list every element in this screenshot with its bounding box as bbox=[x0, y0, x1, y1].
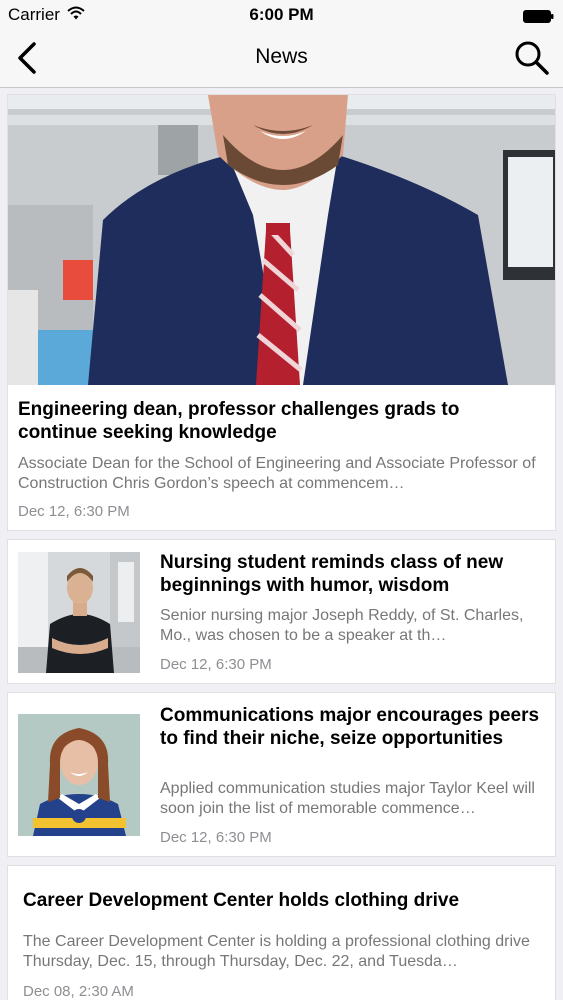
article-summary: Applied communication studies major Tayl… bbox=[160, 780, 535, 817]
search-icon bbox=[515, 41, 549, 75]
news-card[interactable]: Communications major encourages peers to… bbox=[7, 692, 556, 857]
article-thumbnail bbox=[18, 714, 140, 836]
navigation-bar: News bbox=[0, 28, 563, 88]
article-summary: Associate Dean for the School of Enginee… bbox=[18, 455, 536, 492]
battery-icon bbox=[523, 8, 554, 23]
article-headline: Nursing student reminds class of new beg… bbox=[160, 552, 504, 596]
article-headline: Engineering dean, professor challenges g… bbox=[18, 399, 460, 443]
article-summary: Senior nursing major Joseph Reddy, of St… bbox=[160, 607, 524, 644]
status-bar: Carrier 6:00 PM bbox=[0, 0, 563, 28]
article-thumbnail bbox=[18, 552, 140, 673]
article-image bbox=[8, 95, 555, 385]
news-card-featured[interactable]: Engineering dean, professor challenges g… bbox=[7, 94, 556, 531]
search-button[interactable] bbox=[513, 39, 551, 77]
article-date: Dec 12, 6:30 PM bbox=[160, 829, 272, 846]
clock: 6:00 PM bbox=[249, 5, 314, 24]
article-headline: Communications major encourages peers to… bbox=[160, 705, 540, 749]
news-card[interactable]: Nursing student reminds class of new beg… bbox=[7, 539, 556, 684]
article-date: Dec 08, 2:30 AM bbox=[23, 983, 134, 1000]
article-date: Dec 12, 6:30 PM bbox=[160, 656, 272, 673]
article-date: Dec 12, 6:30 PM bbox=[18, 503, 130, 520]
article-summary: The Career Development Center is holding… bbox=[23, 933, 530, 970]
page-title: News bbox=[255, 45, 308, 68]
article-headline: Career Development Center holds clothing… bbox=[23, 890, 460, 911]
news-card[interactable]: Career Development Center holds clothing… bbox=[7, 865, 556, 1000]
